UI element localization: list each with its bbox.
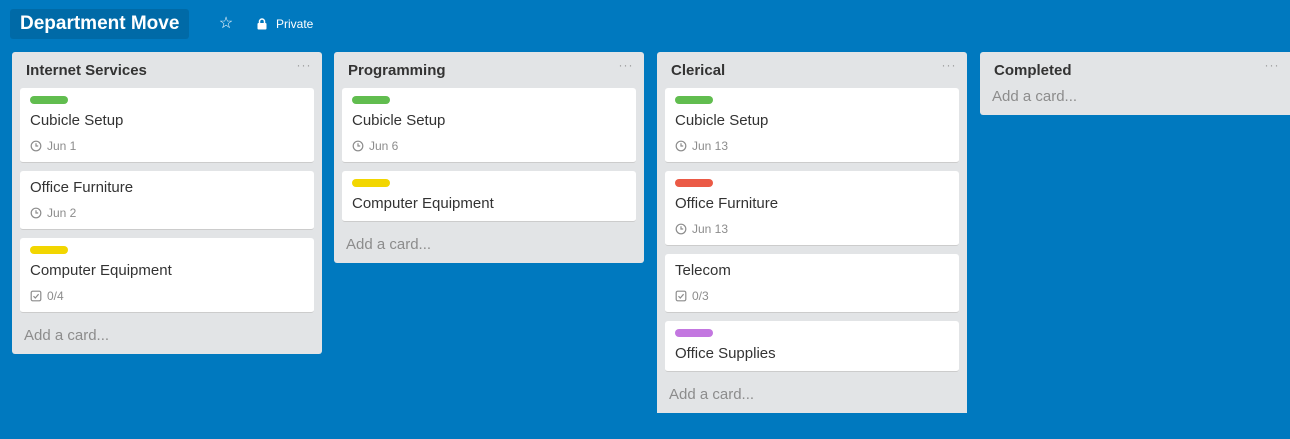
due-date-badge: Jun 1 (30, 138, 304, 154)
badge-text: 0/4 (47, 289, 64, 303)
card-title: Office Furniture (30, 179, 134, 196)
board-header: Department Move ☆ Private (0, 0, 1290, 46)
card[interactable]: Office Supplies (665, 321, 959, 372)
list-internet-services: Internet Services ··· Cubicle Setup Jun 1… (12, 52, 322, 354)
card-title: Telecom (675, 262, 731, 279)
badge-text: Jun 13 (692, 139, 729, 153)
checklist-icon (30, 290, 42, 302)
list-menu-icon[interactable]: ··· (616, 58, 636, 76)
label-red (675, 179, 713, 187)
list-programming: Programming ··· Cubicle Setup Jun 6 Comput… (334, 52, 644, 263)
add-card-button[interactable]: Add a card... (20, 321, 314, 354)
checklist-badge: 0/3 (675, 288, 949, 304)
badge-text: 0/3 (692, 289, 709, 303)
list-title[interactable]: Completed (994, 62, 1072, 79)
add-card-button[interactable]: Add a card... (665, 380, 959, 413)
card-title: Cubicle Setup (675, 112, 769, 129)
card-title: Office Furniture (675, 195, 779, 212)
card[interactable]: Office Furniture Jun 13 (665, 171, 959, 246)
card[interactable]: Office Furniture Jun 2 (20, 171, 314, 230)
clock-icon (675, 223, 687, 235)
star-icon[interactable]: ☆ (214, 12, 238, 36)
clock-icon (675, 140, 687, 152)
list-title[interactable]: Clerical (671, 62, 725, 79)
badge-text: Jun 6 (369, 139, 399, 153)
card-title: Cubicle Setup (30, 112, 124, 129)
list-completed: Completed ··· Add a card... (980, 52, 1290, 115)
list-menu-icon[interactable]: ··· (1262, 58, 1282, 76)
list-header: Programming ··· (342, 52, 636, 88)
due-date-badge: Jun 6 (352, 138, 626, 154)
card-title: Computer Equipment (352, 195, 494, 212)
badge-text: Jun 1 (47, 139, 77, 153)
card[interactable]: Telecom 0/3 (665, 254, 959, 313)
card-container: Cubicle Setup Jun 1 Office Furniture Jun 2 C… (20, 88, 314, 313)
card-title: Computer Equipment (30, 262, 172, 279)
card[interactable]: Computer Equipment 0/4 (20, 238, 314, 313)
label-green (30, 96, 68, 104)
list-menu-icon[interactable]: ··· (294, 58, 314, 76)
list-clerical: Clerical ··· Cubicle Setup Jun 13 Office F… (657, 52, 967, 413)
card-title: Office Supplies (675, 345, 776, 362)
label-yellow (30, 246, 68, 254)
badge-text: Jun 13 (692, 222, 729, 236)
badge-text: Jun 2 (47, 206, 77, 220)
checklist-badge: 0/4 (30, 288, 304, 304)
privacy-button[interactable]: Private (256, 12, 313, 36)
add-card-button[interactable]: Add a card... (342, 230, 636, 263)
card[interactable]: Computer Equipment (342, 171, 636, 222)
clock-icon (30, 207, 42, 219)
board-title[interactable]: Department Move (10, 9, 190, 39)
card-container: Cubicle Setup Jun 6 Computer Equipment (342, 88, 636, 222)
add-card-button[interactable]: Add a card... (988, 88, 1282, 115)
label-yellow (352, 179, 390, 187)
list-header: Clerical ··· (665, 52, 959, 88)
list-title[interactable]: Internet Services (26, 62, 147, 79)
due-date-badge: Jun 2 (30, 205, 304, 221)
card[interactable]: Cubicle Setup Jun 1 (20, 88, 314, 163)
lock-icon (257, 18, 267, 30)
card-container: Cubicle Setup Jun 13 Office Furniture Jun 1… (665, 88, 959, 372)
list-title[interactable]: Programming (348, 62, 446, 79)
list-header: Completed ··· (988, 52, 1282, 88)
list-menu-icon[interactable]: ··· (939, 58, 959, 76)
card[interactable]: Cubicle Setup Jun 13 (665, 88, 959, 163)
card[interactable]: Cubicle Setup Jun 6 (342, 88, 636, 163)
due-date-badge: Jun 13 (675, 138, 949, 154)
privacy-label: Private (276, 17, 314, 31)
label-purple (675, 329, 713, 337)
clock-icon (30, 140, 42, 152)
clock-icon (352, 140, 364, 152)
label-green (352, 96, 390, 104)
label-green (675, 96, 713, 104)
checklist-icon (675, 290, 687, 302)
list-header: Internet Services ··· (20, 52, 314, 88)
due-date-badge: Jun 13 (675, 221, 949, 237)
card-title: Cubicle Setup (352, 112, 446, 129)
